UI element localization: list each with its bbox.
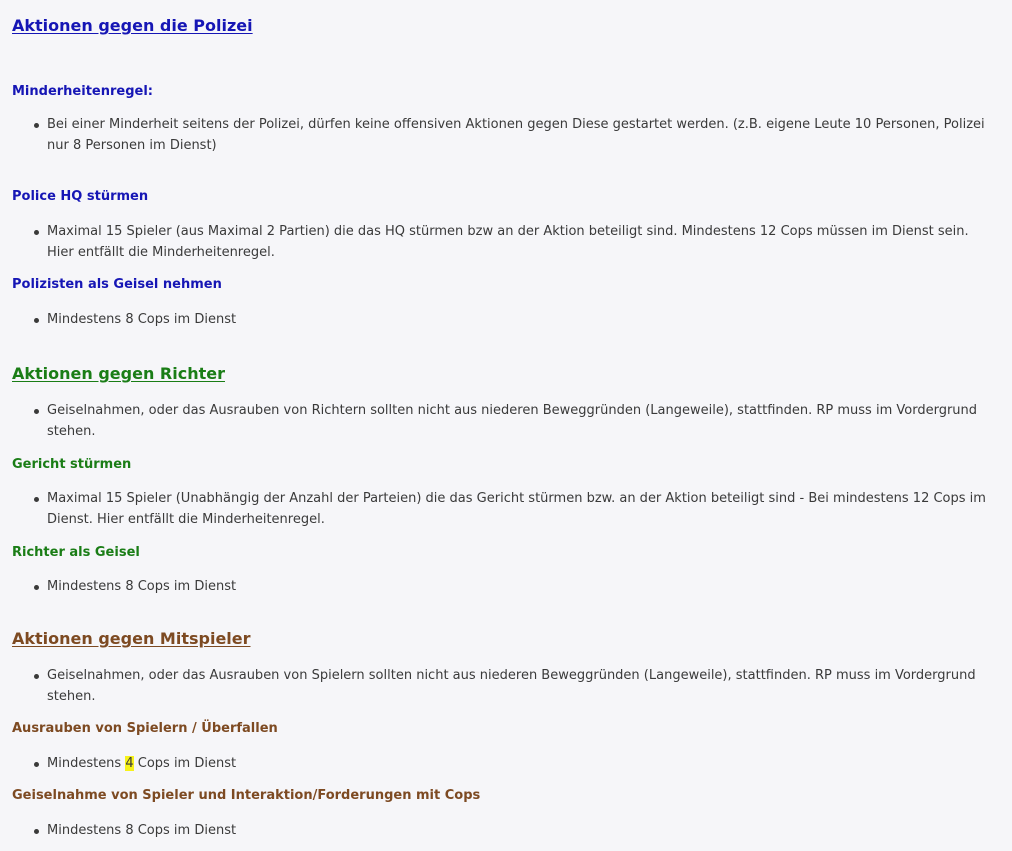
list-item: Geiselnahmen, oder das Ausrauben von Spi… bbox=[12, 665, 992, 707]
richter-geisel-list: Mindestens 8 Cops im Dienst bbox=[12, 576, 992, 597]
police-hq-heading: Police HQ stürmen bbox=[12, 189, 149, 204]
richter-geisel-heading: Richter als Geisel bbox=[12, 545, 140, 560]
richter-intro-list: Geiselnahmen, oder das Ausrauben von Ric… bbox=[12, 400, 992, 442]
list-item: Mindestens 8 Cops im Dienst bbox=[12, 820, 992, 841]
list-item: Geiselnahmen, oder das Ausrauben von Ric… bbox=[12, 400, 992, 442]
gericht-stuermen-list: Maximal 15 Spieler (Unabhängig der Anzah… bbox=[12, 488, 992, 530]
list-item: Mindestens 8 Cops im Dienst bbox=[12, 576, 992, 597]
ausrauben-text-post: Cops im Dienst bbox=[133, 756, 237, 771]
section-title-richter[interactable]: Aktionen gegen Richter bbox=[12, 364, 225, 383]
section-title-mitspieler[interactable]: Aktionen gegen Mitspieler bbox=[12, 629, 251, 648]
ausrauben-list: Mindestens 4 Cops im Dienst bbox=[12, 753, 992, 774]
geiselnahme-spieler-list: Mindestens 8 Cops im Dienst bbox=[12, 820, 992, 841]
mitspieler-intro-list: Geiselnahmen, oder das Ausrauben von Spi… bbox=[12, 665, 992, 707]
geiselnahme-spieler-heading: Geiselnahme von Spieler und Interaktion/… bbox=[12, 788, 481, 803]
polizisten-geisel-heading: Polizisten als Geisel nehmen bbox=[12, 277, 222, 292]
section-title-polizei[interactable]: Aktionen gegen die Polizei bbox=[12, 16, 253, 35]
ausrauben-text-pre: Mindestens bbox=[47, 756, 126, 771]
police-hq-list: Maximal 15 Spieler (aus Maximal 2 Partie… bbox=[12, 221, 992, 263]
ausrauben-heading: Ausrauben von Spielern / Überfallen bbox=[12, 721, 278, 736]
polizisten-geisel-list: Mindestens 8 Cops im Dienst bbox=[12, 309, 992, 330]
list-item: Maximal 15 Spieler (aus Maximal 2 Partie… bbox=[12, 221, 992, 263]
gericht-stuermen-heading: Gericht stürmen bbox=[12, 457, 132, 472]
minderheitenregel-list: Bei einer Minderheit seitens der Polizei… bbox=[12, 114, 992, 156]
list-item: Mindestens 8 Cops im Dienst bbox=[12, 309, 992, 330]
list-item: Mindestens 4 Cops im Dienst bbox=[12, 753, 992, 774]
list-item: Maximal 15 Spieler (Unabhängig der Anzah… bbox=[12, 488, 992, 530]
list-item: Bei einer Minderheit seitens der Polizei… bbox=[12, 114, 992, 156]
highlighted-count: 4 bbox=[125, 756, 134, 771]
minderheitenregel-heading: Minderheitenregel: bbox=[12, 84, 154, 99]
